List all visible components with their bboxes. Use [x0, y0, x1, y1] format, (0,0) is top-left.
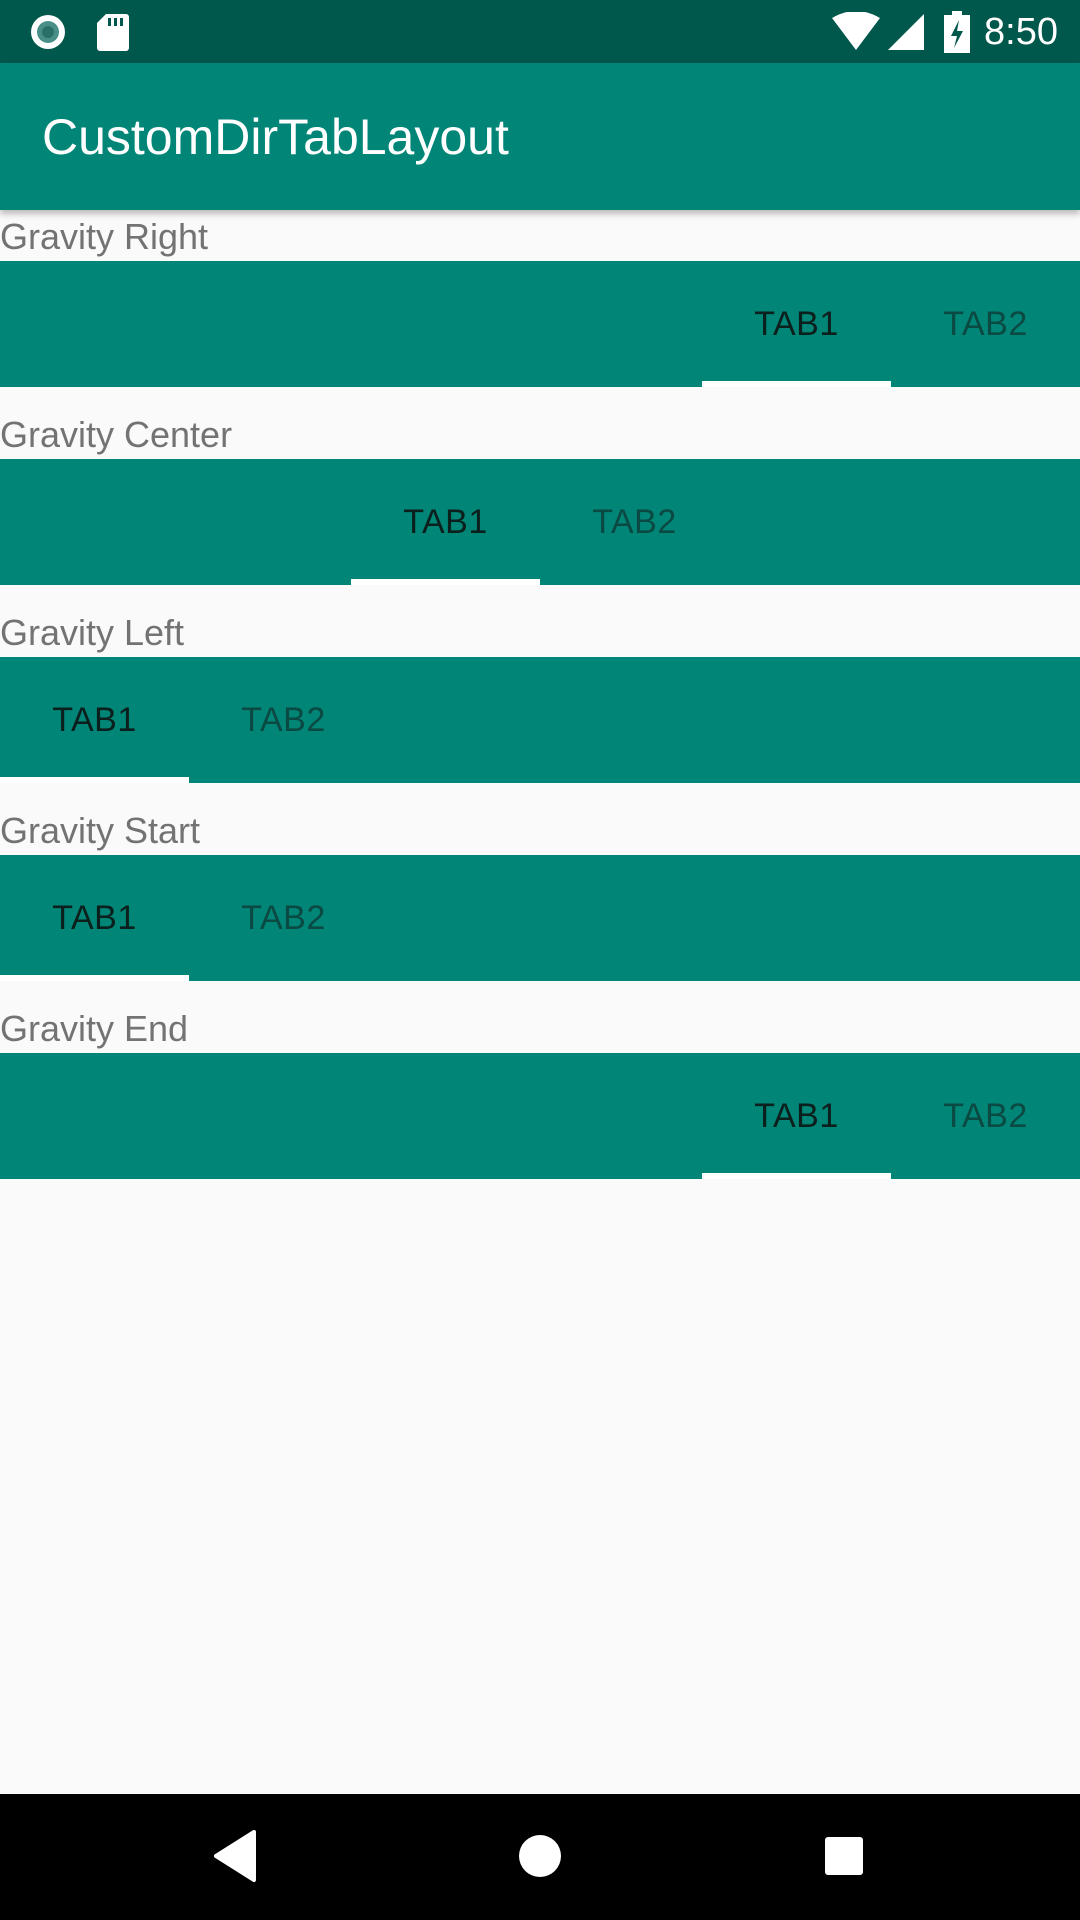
tab-1[interactable]: TAB1 [702, 1053, 891, 1179]
status-bar: 8:50 [0, 0, 1080, 63]
tab-1[interactable]: TAB1 [0, 855, 189, 981]
tab-indicator [702, 1173, 891, 1179]
tab-label: TAB1 [403, 502, 488, 541]
tab-label: TAB2 [241, 898, 326, 937]
section-label-gravity-start: Gravity Start [0, 810, 201, 851]
section-label-gravity-left: Gravity Left [0, 612, 185, 653]
tab-label: TAB2 [241, 700, 326, 739]
battery-charging-icon [944, 11, 971, 53]
radio-button-icon [28, 12, 68, 52]
tab-2[interactable]: TAB2 [540, 459, 729, 585]
tab-label: TAB1 [754, 304, 839, 343]
section-label-gravity-center: Gravity Center [0, 414, 233, 455]
sd-card-icon [96, 12, 130, 52]
tab-layout-gravity-center: TAB1 TAB2 [0, 459, 1080, 585]
app-title: CustomDirTabLayout [42, 109, 509, 165]
status-time: 8:50 [984, 10, 1058, 53]
tab-layout-gravity-start: TAB1 TAB2 [0, 855, 1080, 981]
screen: 8:50 CustomDirTabLayout Gravity Right TA… [0, 0, 1080, 1920]
app-bar: CustomDirTabLayout [0, 63, 1080, 210]
cell-signal-icon [886, 12, 926, 52]
navigation-bar [0, 1794, 1080, 1920]
tab-2[interactable]: TAB2 [189, 855, 378, 981]
wifi-icon [830, 11, 882, 52]
tab-layout-gravity-right: TAB1 TAB2 [0, 261, 1080, 387]
tab-label: TAB1 [52, 700, 137, 739]
tab-label: TAB2 [592, 502, 677, 541]
tab-label: TAB1 [754, 1096, 839, 1135]
tab-1[interactable]: TAB1 [702, 261, 891, 387]
tab-label: TAB2 [943, 304, 1028, 343]
tab-indicator [0, 975, 189, 981]
tab-1[interactable]: TAB1 [0, 657, 189, 783]
tab-layout-gravity-end: TAB1 TAB2 [0, 1053, 1080, 1179]
tab-1[interactable]: TAB1 [351, 459, 540, 585]
section-label-gravity-end: Gravity End [0, 1008, 189, 1049]
tab-label: TAB2 [943, 1096, 1028, 1135]
tab-layout-gravity-left: TAB1 TAB2 [0, 657, 1080, 783]
tab-indicator [351, 579, 540, 585]
tab-indicator [0, 777, 189, 783]
recents-icon[interactable] [824, 1836, 864, 1876]
tab-2[interactable]: TAB2 [891, 261, 1080, 387]
tab-label: TAB1 [52, 898, 137, 937]
back-icon[interactable] [212, 1828, 256, 1884]
tab-indicator [702, 381, 891, 387]
tab-2[interactable]: TAB2 [891, 1053, 1080, 1179]
tab-2[interactable]: TAB2 [189, 657, 378, 783]
section-label-gravity-right: Gravity Right [0, 216, 209, 257]
home-icon[interactable] [518, 1834, 562, 1878]
